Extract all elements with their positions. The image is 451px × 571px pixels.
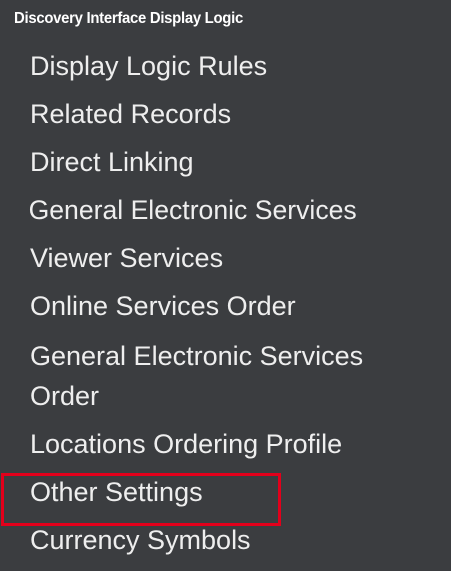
- section-header: Discovery Interface Display Logic: [14, 10, 243, 27]
- menu-item-direct-linking[interactable]: Direct Linking: [0, 138, 451, 186]
- menu-item-viewer-services[interactable]: Viewer Services: [0, 234, 451, 282]
- menu-item-general-electronic-services-order[interactable]: General Electronic Services Order: [0, 330, 439, 420]
- menu-item-currency-symbols[interactable]: Currency Symbols: [0, 516, 451, 564]
- menu-item-display-logic-rules[interactable]: Display Logic Rules: [0, 42, 451, 90]
- menu-item-general-electronic-services[interactable]: General Electronic Services: [0, 186, 444, 234]
- menu-item-online-services-order[interactable]: Online Services Order: [0, 282, 451, 330]
- menu-list: Display Logic Rules Related Records Dire…: [0, 42, 451, 564]
- menu-item-locations-ordering-profile[interactable]: Locations Ordering Profile: [0, 420, 451, 468]
- menu-item-related-records[interactable]: Related Records: [0, 90, 451, 138]
- menu-item-other-settings[interactable]: Other Settings: [0, 468, 451, 516]
- settings-menu-panel: Discovery Interface Display Logic Displa…: [0, 0, 451, 571]
